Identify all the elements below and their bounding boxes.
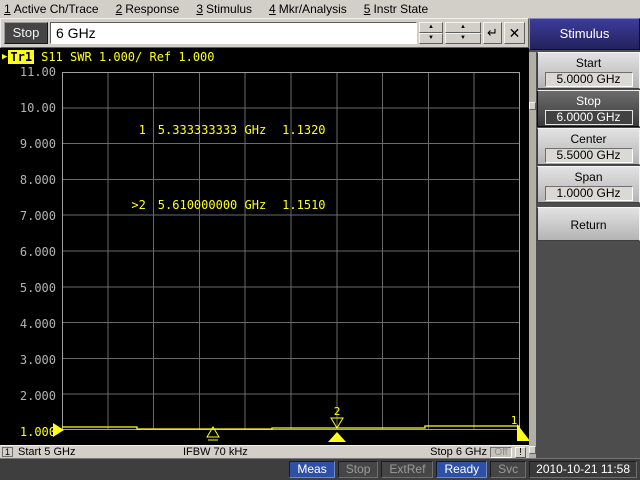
menu-item-label: Active Ch/Trace <box>14 2 99 16</box>
marker-number: 1 <box>124 123 146 138</box>
lcd-display: ▶ Tr1 S11 SWR 1.000/ Ref 1.000 11.00 10.… <box>0 48 529 445</box>
instrument-status-bar: Meas Stop ExtRef Ready Svc 2010-10-21 11… <box>0 458 640 480</box>
softkey-label: Stop <box>538 94 639 108</box>
y-tick-label: 10.00 <box>20 101 56 115</box>
y-tick-label-reference: 1.000 <box>20 425 56 439</box>
marker-2-number: 2 <box>334 405 341 418</box>
y-tick-label: 11.00 <box>20 65 56 79</box>
alert-indicator: ! <box>515 447 526 458</box>
status-extref: ExtRef <box>381 461 433 478</box>
active-trace-arrow-icon: ▶ <box>2 52 7 62</box>
vna-application-window: 1Active Ch/Trace 2Response 3Stimulus 4Mk… <box>0 0 640 480</box>
softkey-start[interactable]: Start 5.0000 GHz <box>537 52 640 89</box>
menu-bar: 1Active Ch/Trace 2Response 3Stimulus 4Mk… <box>0 0 640 18</box>
marker-value: 1.1510 <box>282 198 325 212</box>
menu-item-label: Stimulus <box>206 2 252 16</box>
softkey-label: Center <box>538 132 639 146</box>
menu-accel-number: 2 <box>116 2 123 16</box>
softkey-label: Span <box>538 170 639 184</box>
menu-item-label: Instr State <box>373 2 428 16</box>
entry-toolbar: Stop ▲ ▼ ▲ ▼ ↵ ✕ <box>0 18 529 48</box>
softkey-return[interactable]: Return <box>537 207 640 241</box>
marker-readout-table: 1 5.333333333 GHz 1.1320 >2 5.610000000 GHz… <box>66 78 326 258</box>
softkey-label: Start <box>538 56 639 70</box>
status-ready: Ready <box>436 461 487 478</box>
status-meas: Meas <box>289 461 334 478</box>
trace-status-line: ▶ Tr1 S11 SWR 1.000/ Ref 1.000 <box>2 50 215 64</box>
menu-item-stimulus[interactable]: 3Stimulus <box>196 2 252 16</box>
trace-measurement-text: S11 SWR 1.000/ Ref 1.000 <box>41 50 214 64</box>
marker-number: >2 <box>124 198 146 213</box>
softkey-value: 1.0000 GHz <box>545 186 633 201</box>
menu-item-label: Mkr/Analysis <box>279 2 347 16</box>
marker-row: 1 5.333333333 GHz 1.1320 <box>66 108 326 153</box>
y-axis-labels: 11.00 10.00 9.000 8.000 7.000 6.000 5.00… <box>2 65 56 439</box>
y-tick-label: 9.000 <box>20 137 56 151</box>
softkey-value: 5.0000 GHz <box>545 72 633 87</box>
menu-accel-number: 4 <box>269 2 276 16</box>
spin-up-icon: ▲ <box>428 24 434 30</box>
menu-item-instr-state[interactable]: 5Instr State <box>364 2 428 16</box>
y-tick-label: 7.000 <box>20 209 56 223</box>
off-indicator: Off <box>490 447 512 458</box>
menu-accel-number: 5 <box>364 2 371 16</box>
marker-row: >2 5.610000000 GHz 1.1510 <box>66 183 326 228</box>
softkey-scrollbar[interactable] <box>529 52 536 458</box>
softkey-center[interactable]: Center 5.5000 GHz <box>537 128 640 165</box>
spin-up-icon: ▲ <box>460 24 466 30</box>
menu-item-label: Response <box>125 2 179 16</box>
menu-item-active-ch-trace[interactable]: 1Active Ch/Trace <box>4 2 99 16</box>
softkey-span[interactable]: Span 1.0000 GHz <box>537 166 640 203</box>
menu-item-response[interactable]: 2Response <box>116 2 180 16</box>
spin-down-icon: ▼ <box>428 35 434 41</box>
softkey-stop[interactable]: Stop 6.0000 GHz <box>537 90 640 127</box>
channel-number-badge: 1 <box>2 447 13 457</box>
y-tick-label: 5.000 <box>20 281 56 295</box>
softkey-value: 6.0000 GHz <box>545 110 633 125</box>
scroll-up-nub[interactable] <box>529 102 536 110</box>
softkey-label: Return <box>538 218 639 232</box>
menu-accel-number: 3 <box>196 2 203 16</box>
spin-up-button[interactable]: ▲ <box>445 22 481 33</box>
active-marker-stimulus-icon <box>328 432 346 442</box>
marker-value: 1.1320 <box>282 123 325 137</box>
status-stop: Stop <box>338 461 379 478</box>
entry-field-label: Stop <box>4 22 48 44</box>
menu-accel-number: 1 <box>4 2 11 16</box>
close-entry-button[interactable]: ✕ <box>504 22 525 44</box>
trace-number-badge[interactable]: Tr1 <box>8 50 34 64</box>
marker-frequency: 5.333333333 GHz <box>158 123 266 137</box>
softkey-value: 5.5000 GHz <box>545 148 633 163</box>
y-tick-label: 8.000 <box>20 173 56 187</box>
status-svc: Svc <box>490 461 526 478</box>
softkey-column: Start 5.0000 GHz Stop 6.0000 GHz Center … <box>537 52 640 242</box>
enter-button[interactable]: ↵ <box>483 22 502 44</box>
sweep-end-marker: 1 <box>511 414 530 441</box>
enter-icon: ↵ <box>487 25 498 40</box>
y-tick-label: 2.000 <box>20 389 56 403</box>
softkey-sidebar: Stimulus Start 5.0000 GHz Stop 6.0000 GH… <box>529 18 640 458</box>
channel-status-bar: 1 Start 5 GHz IFBW 70 kHz Stop 6 GHz Off… <box>0 445 529 458</box>
marker-frequency: 5.610000000 GHz <box>158 198 266 212</box>
y-tick-label: 4.000 <box>20 317 56 331</box>
entry-value-input[interactable] <box>50 22 417 44</box>
close-icon: ✕ <box>509 25 521 41</box>
menu-item-mkr-analysis[interactable]: 4Mkr/Analysis <box>269 2 347 16</box>
coarse-stepper: ▲ ▼ <box>445 22 481 44</box>
datetime-display: 2010-10-21 11:58 <box>529 461 637 478</box>
y-tick-label: 3.000 <box>20 353 56 367</box>
spin-down-button[interactable]: ▼ <box>419 33 443 44</box>
softkey-menu-title: Stimulus <box>529 18 640 50</box>
spin-down-icon: ▼ <box>460 35 466 41</box>
spin-up-button[interactable]: ▲ <box>419 22 443 33</box>
spin-down-button[interactable]: ▼ <box>445 33 481 44</box>
scroll-down-nub[interactable] <box>529 446 536 454</box>
y-tick-label: 6.000 <box>20 245 56 259</box>
fine-stepper: ▲ ▼ <box>419 22 443 44</box>
sweep-end-number: 1 <box>511 414 518 427</box>
